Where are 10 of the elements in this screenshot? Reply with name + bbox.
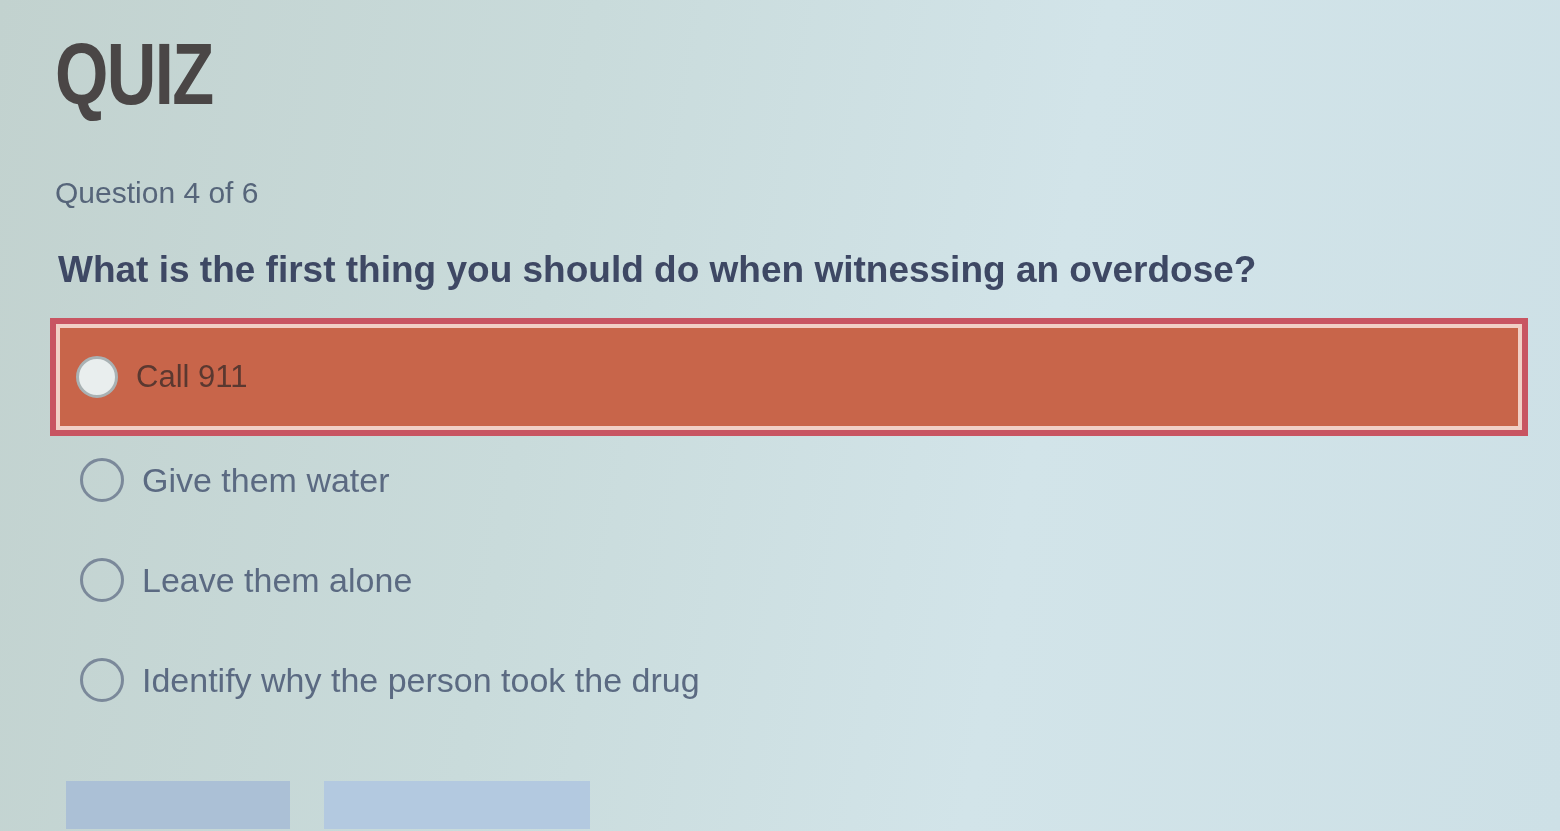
answer-option[interactable]: Give them water (50, 436, 398, 536)
answer-option[interactable]: Identify why the person took the drug (50, 636, 708, 736)
question-text: What is the first thing you should do when witnessing an overdose? (58, 249, 1257, 291)
radio-icon (80, 558, 124, 602)
question-counter: Question 4 of 6 (55, 175, 259, 211)
answer-option[interactable]: Leave them alone (50, 536, 421, 636)
selected-answer-option[interactable]: Call 911 (50, 318, 1528, 436)
radio-icon (80, 658, 124, 702)
radio-icon (76, 356, 118, 398)
radio-icon (80, 458, 124, 502)
